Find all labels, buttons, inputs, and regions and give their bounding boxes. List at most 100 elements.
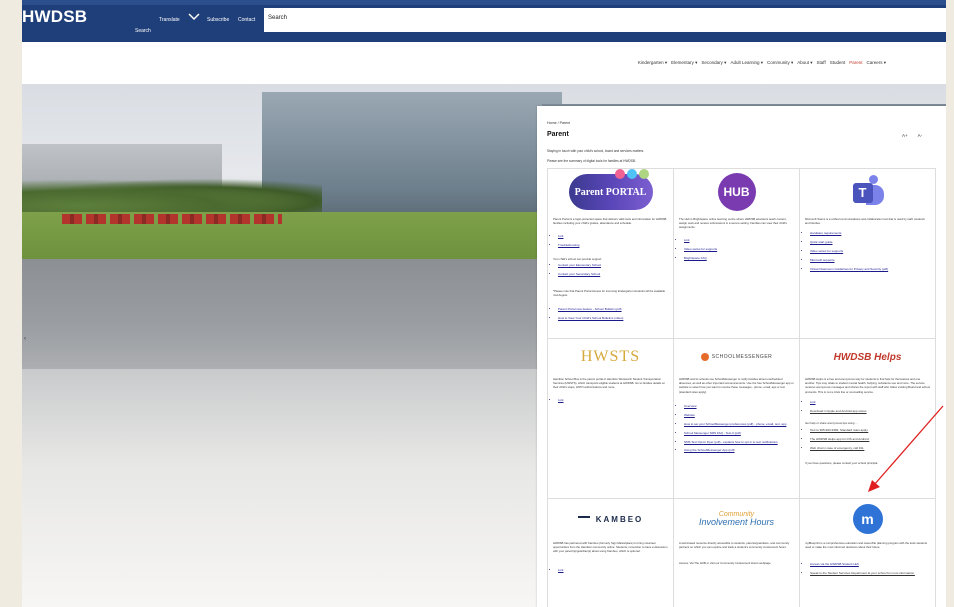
card-teams: T Microsoft Teams is a unified communica…: [800, 169, 936, 338]
card-myblueprint: m myBlueprint is a comprehensive educati…: [800, 499, 936, 607]
card-parent-portal: Parent PORTAL Parent Portal is a login-p…: [547, 169, 674, 338]
myblueprint-logo: m: [852, 504, 883, 534]
contact-elementary-link[interactable]: Contact your Elementary School: [558, 263, 669, 268]
myblueprint-speak-text: Speak to the Student Services Department…: [810, 571, 931, 576]
nav-kindergarten[interactable]: Kindergarten ▾: [638, 60, 667, 66]
hub-link[interactable]: Link: [684, 238, 795, 243]
sm-overview-link[interactable]: Overview: [684, 404, 795, 409]
portal-bulletin-video-link[interactable]: How to View Your Child's School Bulletin…: [558, 316, 669, 321]
hub-faq-link[interactable]: Brightspace FAQ: [684, 256, 795, 261]
community-hours-logo-line2: Involvement Hours: [698, 517, 775, 527]
search-label: Search: [135, 28, 151, 34]
teams-logo-letter: T: [852, 183, 873, 203]
teams-supports-link[interactable]: Microsoft supports: [810, 258, 931, 263]
teams-logo: T: [851, 175, 885, 209]
sm-website-link[interactable]: Website: [684, 413, 795, 418]
tools-row-2: HWSTS Hamilton School Bus is the parent …: [547, 339, 936, 499]
tools-grid: Parent PORTAL Parent Portal is a login-p…: [547, 168, 936, 607]
card-hwsts: HWSTS Hamilton School Bus is the parent …: [547, 339, 674, 498]
teams-guidelines-link[interactable]: Virtual Classroom Guidelines for Privacy…: [810, 267, 931, 272]
hub-video-link[interactable]: Video series for supports: [684, 247, 795, 252]
helps-text-item: Text to 905-963-9382. Standard rates app…: [810, 428, 931, 433]
portal-link[interactable]: Link: [558, 234, 669, 239]
translate-link[interactable]: Translate: [159, 17, 180, 23]
helps-webchat-item: Web chat in case of emergency, call 911.: [810, 446, 931, 451]
schoolmessenger-logo-mark: [700, 353, 709, 361]
parent-portal-logo-text: Parent PORTAL: [574, 186, 647, 198]
chevron-down-icon[interactable]: [188, 13, 200, 21]
portal-troubleshooting-link[interactable]: Troubleshooting: [558, 243, 669, 248]
helps-footer-text: If you have questions, please contact yo…: [805, 461, 879, 465]
nav-community[interactable]: Community ▾: [767, 60, 793, 66]
community-hours-access-link[interactable]: Access: Via The HUB or visit our Communi…: [679, 561, 794, 565]
card-description: Hamilton School Bus is the parent portal…: [553, 377, 665, 390]
card-kambeo: KAMBEO HWDSB has partnered with Kambeo (…: [547, 499, 674, 607]
font-decrease-button[interactable]: A-: [918, 133, 923, 138]
teams-hardware-link[interactable]: Hardware requirements: [810, 231, 931, 236]
myblueprint-access-link[interactable]: Access via the HWDSB Student Hub: [810, 562, 931, 567]
card-description: HWDSB and its schools use SchoolMessenge…: [679, 377, 794, 394]
portal-note-text: *Please note that Parent Portal Access f…: [553, 289, 666, 298]
search-input[interactable]: Search: [264, 8, 946, 32]
nav-about[interactable]: About ▾: [797, 60, 812, 66]
kambeo-logo-text: KAMBEO: [595, 514, 644, 524]
contact-link[interactable]: Contact: [238, 17, 255, 23]
nav-careers[interactable]: Careers ▾: [866, 60, 886, 66]
teams-quickstart-link[interactable]: Quick start guide: [810, 240, 931, 245]
card-description: Parent Portal is a login-protected space…: [553, 217, 667, 226]
teams-video-link[interactable]: Video series for supports: [810, 249, 931, 254]
logo-dot: [614, 169, 625, 179]
intro-text-2: Please see the summary of digital tools …: [547, 159, 636, 163]
card-description: Microsoft Teams is a unified communicati…: [805, 217, 925, 226]
nav-parent[interactable]: Parent: [849, 60, 862, 66]
subscribe-link[interactable]: Subscribe: [207, 17, 229, 23]
hero-flowers: [62, 214, 282, 224]
portal-bulletin-link[interactable]: Parent Portal new feature - School Bulle…: [558, 307, 669, 312]
kambeo-logo: KAMBEO: [577, 514, 644, 524]
schoolmessenger-logo: SCHOOLMESSENGER: [700, 353, 773, 361]
nav-student[interactable]: Student: [830, 60, 846, 66]
parent-portal-logo: Parent PORTAL: [568, 169, 653, 210]
nav-elementary[interactable]: Elementary ▾: [671, 60, 697, 66]
card-hwdsb-helps: HWDSB Helps HWDSB Helps is a free and an…: [800, 339, 936, 498]
nav-staff[interactable]: Staff: [817, 60, 826, 66]
sm-optin-link[interactable]: SMS Text Opt-In Flyer (pdf) - explains h…: [684, 440, 795, 445]
card-description: HWDSB has partnered with Kambeo (formerl…: [553, 541, 668, 554]
logo-dot: [638, 169, 649, 179]
card-community-hours: Community Involvement Hours A web-based …: [674, 499, 800, 607]
community-hours-logo: Community Involvement Hours: [699, 511, 774, 527]
card-hub: HUB The Hub is Brightspace online learni…: [674, 169, 800, 338]
browser-page: HWDSB Translate Subscribe Contact Search…: [22, 0, 946, 607]
kambeo-logo-mark: [577, 516, 590, 522]
helps-link[interactable]: Link: [810, 400, 931, 405]
top-stripe: [22, 0, 946, 5]
intro-text: Staying in touch with your child's schoo…: [547, 149, 645, 153]
logo-dot: [626, 169, 637, 179]
sm-app-link[interactable]: Using the SchoolMessenger App (pdf): [684, 449, 795, 453]
hwdsb-logo[interactable]: HWDSB: [22, 7, 87, 27]
hub-logo: HUB: [717, 173, 756, 211]
main-nav: Kindergarten ▾ Elementary ▾ Secondary ▾ …: [22, 42, 946, 84]
tools-row-3: KAMBEO HWDSB has partnered with Kambeo (…: [547, 499, 936, 607]
hwdsb-helps-logo: HWDSB Helps: [833, 351, 902, 363]
hwsts-link[interactable]: Link: [558, 398, 669, 403]
kambeo-link[interactable]: Link: [558, 568, 669, 573]
sm-preferences-link[interactable]: How to set your SchoolMessenger preferen…: [684, 422, 795, 427]
nav-secondary[interactable]: Secondary ▾: [701, 60, 726, 66]
sm-faq-link[interactable]: School Messenger SMS FAQ - Text-It (pdf): [684, 431, 795, 436]
card-description: A web-based resource directly accessible…: [679, 541, 790, 550]
hwsts-logo: HWSTS: [580, 348, 641, 365]
helps-share-text: Get help or share anonymous tips using .…: [805, 421, 858, 425]
card-description: The Hub is Brightspace online learning c…: [679, 217, 787, 230]
breadcrumb[interactable]: Home / Parent: [547, 121, 570, 125]
card-description: myBlueprint is a comprehensive education…: [805, 541, 928, 550]
tools-row-1: Parent PORTAL Parent Portal is a login-p…: [547, 169, 936, 339]
schoolmessenger-logo-text: SCHOOLMESSENGER: [711, 354, 773, 360]
contact-secondary-link[interactable]: Contact your Secondary School: [558, 272, 669, 277]
helps-app-item: The HWDSB Helps app for iOS and Android.: [810, 437, 931, 442]
page-title: Parent: [547, 131, 569, 138]
card-schoolmessenger: SCHOOLMESSENGER HWDSB and its schools us…: [674, 339, 800, 498]
scroll-handle-icon[interactable]: ‹: [24, 336, 28, 342]
font-increase-button[interactable]: A+: [902, 133, 908, 138]
nav-adult-learning[interactable]: Adult Learning ▾: [730, 60, 763, 66]
